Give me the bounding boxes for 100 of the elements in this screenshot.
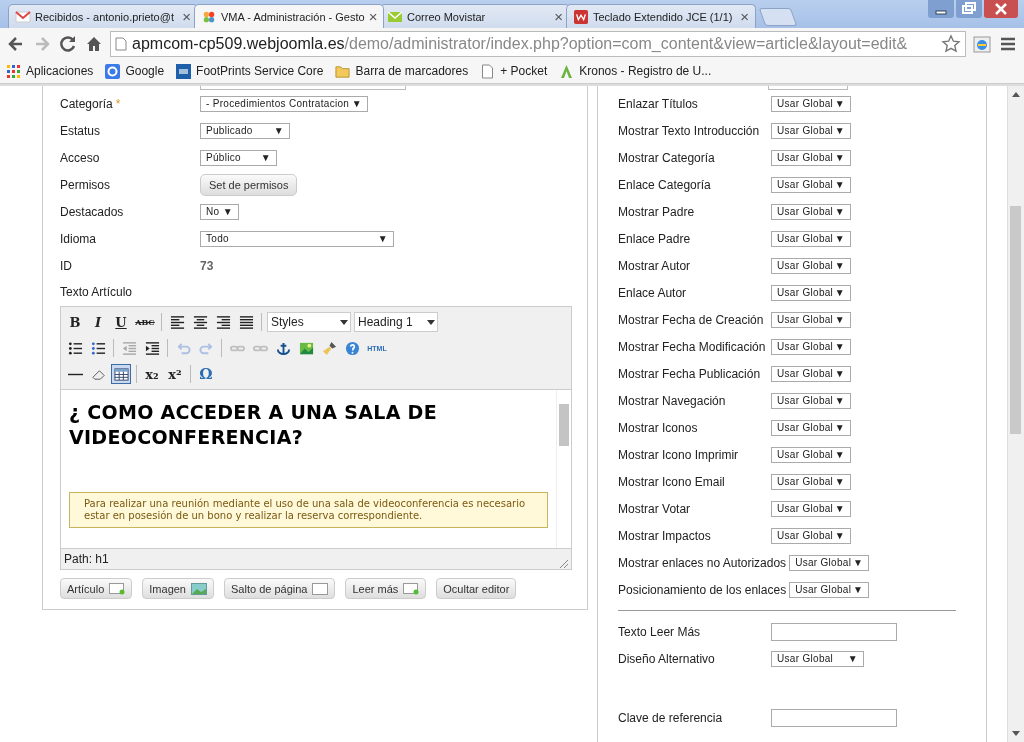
bookmark[interactable]: Kronos - Registro de U...: [559, 63, 712, 79]
bookmark[interactable]: Google: [105, 63, 165, 79]
select-field[interactable]: Publicado ▼: [200, 122, 290, 139]
select-field[interactable]: Usar Global ▼: [771, 392, 852, 409]
badge-icon: [176, 63, 192, 79]
toolbar-button[interactable]: U: [111, 312, 131, 332]
field-label: Texto Artículo: [60, 284, 134, 301]
option-label: Diseño Alternativo: [618, 651, 716, 666]
close-button[interactable]: ×: [368, 8, 378, 25]
document-icon: [109, 582, 126, 595]
editor-button[interactable]: Imagen: [142, 578, 214, 599]
flower-icon: [201, 9, 217, 24]
article-heading: ¿ COMO ACCEDER A UNA SALA DE VIDEOCONFERENCIA?: [69, 400, 438, 450]
option-label: Mostrar Votar: [618, 501, 692, 516]
resize-grip-icon[interactable]: [559, 559, 569, 569]
caret-icon: [425, 319, 437, 325]
option-label: Enlazar Títulos: [618, 96, 699, 111]
option-label: Mostrar Padre: [618, 204, 696, 219]
format-dropdown[interactable]: Styles: [267, 312, 351, 332]
select-field[interactable]: Usar Global ▼: [771, 122, 852, 139]
close-button[interactable]: ×: [182, 8, 191, 25]
option-label: Mostrar Icono Imprimir: [618, 447, 740, 462]
editor-scrollbar[interactable]: [556, 390, 571, 548]
bookmark[interactable]: Barra de marcadores: [335, 63, 469, 79]
option-label: Enlace Padre: [618, 231, 692, 246]
select-field[interactable]: Usar Global ▼: [771, 311, 852, 328]
toolbar-button[interactable]: ABC: [134, 312, 156, 332]
editor-button[interactable]: Artículo: [60, 578, 133, 599]
select-field[interactable]: Usar Global ▼: [771, 527, 852, 544]
option-label: Texto Leer Más: [618, 624, 702, 639]
restore-icon[interactable]: [956, 0, 982, 18]
select-field[interactable]: No ▼: [200, 203, 239, 220]
browser-tab[interactable]: VMA - Administración - Gesto ×: [194, 4, 384, 28]
select-field[interactable]: Usar Global ▼: [771, 446, 852, 463]
select-field[interactable]: Usar Global ▼: [771, 419, 852, 436]
scrollbar-thumb[interactable]: [559, 404, 569, 446]
option-label: Enlace Autor: [618, 285, 688, 300]
image-icon: [191, 582, 207, 595]
option-label: Mostrar Texto Introducción: [618, 123, 761, 138]
editor-button[interactable]: Salto de página: [224, 578, 336, 599]
caret-icon: [338, 319, 350, 325]
select-field[interactable]: Usar Global ▼: [771, 95, 852, 112]
option-label: Posicionamiento de los enlaces: [618, 582, 787, 597]
select-field[interactable]: - Procedimientos Contratacion ▼: [200, 95, 368, 112]
text-input[interactable]: [771, 708, 898, 727]
select-field[interactable]: Usar Global ▼: [771, 473, 852, 490]
required-mark: *: [115, 96, 121, 111]
toolbar-button[interactable]: I: [88, 312, 108, 332]
select-field[interactable]: Usar Global ▼: [771, 230, 852, 247]
toolbar-button[interactable]: x²: [165, 364, 185, 384]
select-field[interactable]: Usar Global ▼: [771, 203, 852, 220]
format-dropdown[interactable]: Heading 1: [354, 312, 438, 332]
field-label: Acceso: [60, 150, 100, 165]
select-field[interactable]: Usar Global ▼: [771, 500, 852, 517]
select-field[interactable]: Usar Global ▼: [771, 338, 852, 355]
bookmark[interactable]: FootPrints Service Core: [176, 63, 324, 79]
leaf-icon: [559, 63, 575, 79]
select-field[interactable]: Usar Global ▼: [789, 554, 870, 571]
option-label: Mostrar Iconos: [618, 420, 699, 435]
close-button[interactable]: ×: [740, 8, 749, 25]
browser-tab[interactable]: Teclado Extendido JCE (1/1) ×: [566, 4, 756, 28]
select-field[interactable]: Usar Global ▼: [789, 581, 870, 598]
close-button[interactable]: ×: [554, 8, 563, 25]
minimize-icon[interactable]: [928, 0, 954, 18]
option-label: Mostrar Fecha Modificación: [618, 339, 767, 354]
select-field[interactable]: Usar Global ▼: [771, 149, 852, 166]
select-field[interactable]: Usar Global ▼: [771, 257, 852, 274]
address-field[interactable]: apmcom-cp509.webjoomla.es/demo/administrator/index.php?option=com_content&view=article&layout=edit&: [110, 30, 966, 57]
extension-icon[interactable]: [972, 33, 992, 54]
id-value: 73: [200, 258, 214, 273]
text-input[interactable]: [771, 622, 898, 641]
bookmark[interactable]: + Pocket: [480, 63, 548, 79]
option-label: Mostrar enlaces no Autorizados: [618, 555, 787, 570]
select-field[interactable]: Usar Global ▼: [771, 650, 865, 667]
select-field[interactable]: Usar Global ▼: [771, 365, 852, 382]
url-text: apmcom-cp509.webjoomla.es/demo/administrator/index.php?option=com_content&view=article&layout=edit&: [132, 34, 909, 53]
select-field[interactable]: Todo ▼: [200, 230, 394, 247]
select-field[interactable]: Público ▼: [200, 149, 277, 166]
bookmark[interactable]: Aplicaciones: [6, 63, 94, 79]
option-label: Mostrar Autor: [618, 258, 692, 273]
table-icon[interactable]: [111, 364, 131, 384]
editor-button[interactable]: Ocultar editor: [436, 578, 517, 599]
scroll-up-icon[interactable]: [1012, 92, 1021, 97]
notice-text: Para realizar una reunión mediante el uso de una sala de videoconferencia es necesario estar en posesión de un bono y realizar la reserva correspondiente.: [69, 492, 548, 528]
toolbar-button[interactable]: x₂: [142, 364, 162, 384]
star-icon[interactable]: [941, 33, 961, 54]
scrollbar-thumb[interactable]: [1010, 206, 1022, 434]
reload-icon[interactable]: [58, 33, 78, 54]
toolbar-button[interactable]: B: [65, 312, 85, 332]
google-icon: [105, 63, 121, 79]
close-icon[interactable]: [984, 0, 1018, 18]
select-field[interactable]: Usar Global ▼: [771, 284, 852, 301]
apps-icon: [6, 63, 21, 79]
editor-button[interactable]: Leer más: [345, 578, 427, 599]
element-path: Path: h1: [64, 552, 109, 566]
field-label: Idioma: [60, 231, 97, 246]
scroll-down-icon[interactable]: [1012, 731, 1021, 736]
permissions-button[interactable]: Set de permisos: [200, 173, 298, 196]
select-field[interactable]: Usar Global ▼: [771, 176, 852, 193]
toolbar-button[interactable]: Ω: [196, 364, 216, 384]
